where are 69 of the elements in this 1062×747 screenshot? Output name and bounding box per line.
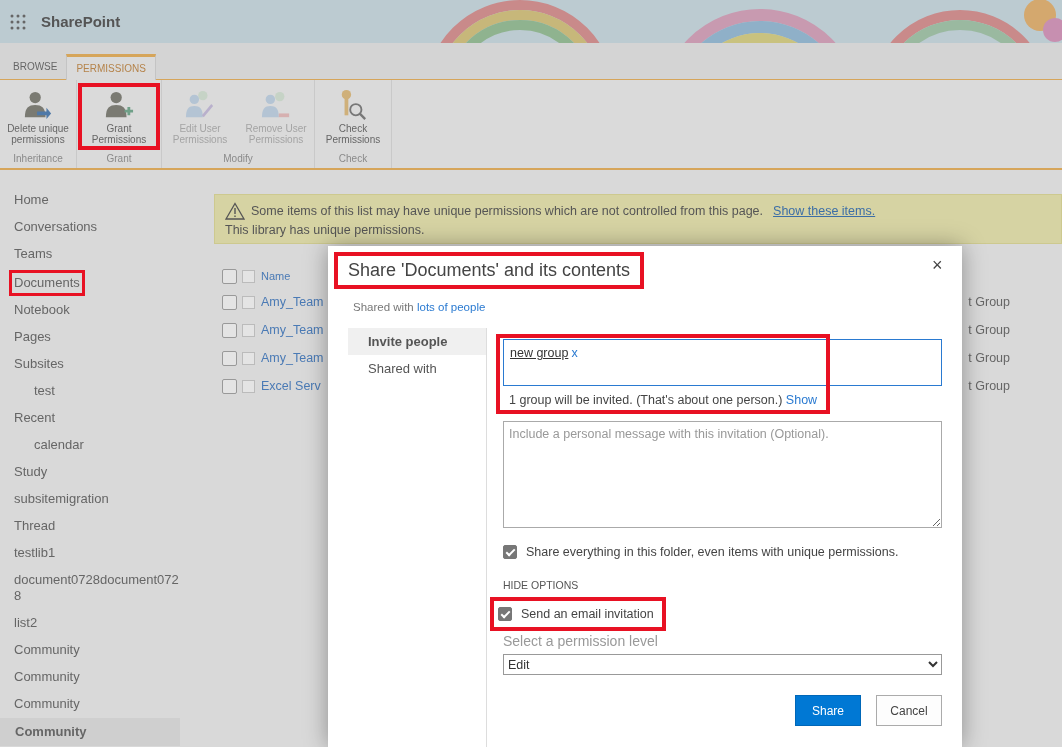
nav-link[interactable]: Community [0,718,180,746]
cancel-button[interactable]: Cancel [876,695,942,726]
checkbox[interactable] [242,379,255,393]
shared-with-text: Shared with lots of people [353,301,486,313]
dialog-nav-item[interactable]: Invite people [348,328,486,355]
people-link[interactable]: lots of people [416,301,486,313]
ribbon-button[interactable]: Grant Permissions [81,86,157,147]
ribbon-tab[interactable]: PERMISSIONS [66,54,156,80]
nav-link[interactable]: Recent [0,410,179,426]
nav-link[interactable]: list2 [0,615,179,631]
permission-dropdown[interactable]: Edit [503,654,942,675]
checkbox-label: Send an email invitation [521,607,654,621]
checkbox-label: Share everything in this folder, even items with unique permissions. [526,545,899,559]
checkbox[interactable] [222,350,237,366]
message-field[interactable]: Include a personal message with this invitation (Optional). [503,421,942,528]
nav-link[interactable]: Community [0,642,179,658]
table-cell: t Group [968,295,1010,309]
ribbon-group-label: Grant [105,153,133,166]
nav-link[interactable]: Conversations [0,219,179,235]
show-items-link[interactable]: Show these items. [773,204,876,218]
site-title[interactable]: SharePoint [41,13,121,30]
ribbon-group-label: Inheritance [12,153,64,166]
checkbox[interactable] [242,295,255,309]
checkbox[interactable] [503,545,517,559]
nav-link[interactable]: subsitemigration [0,491,179,507]
nav-link[interactable]: calendar [0,437,179,453]
nav-link[interactable]: Study [0,464,179,480]
ribbon-group-label: Check [337,153,369,166]
checkbox[interactable] [222,294,237,310]
warning-note: This library has unique permissions. [225,223,426,237]
recipient-name: new group [510,346,569,360]
nav-link[interactable]: document0728document0728 [0,572,179,604]
people-picker-field[interactable]: new group x [503,339,942,386]
nav-link[interactable]: Home [0,192,179,208]
options-toggle-link[interactable]: HIDE OPTIONS [503,579,942,591]
table-cell: t Group [968,379,1010,393]
ribbon-button[interactable]: Delete unique permissions [0,86,76,147]
nav-link[interactable]: Community [0,696,179,712]
share-button[interactable]: Share [795,695,861,726]
show-link[interactable]: Show [785,393,818,407]
app-launcher-icon[interactable] [9,12,27,31]
table-cell: t Group [968,351,1010,365]
nav-link[interactable]: test [0,383,179,399]
checkbox[interactable] [222,268,237,284]
nav-link[interactable]: Subsites [0,356,179,372]
nav-link[interactable]: Thread [0,518,179,534]
nav-link[interactable]: Pages [0,329,179,345]
ribbon-tab[interactable]: BROWSE [4,55,67,79]
checkbox[interactable] [222,322,237,338]
warning-icon [225,202,245,220]
remove-recipient-button[interactable]: x [568,346,578,360]
checkbox[interactable] [498,607,512,621]
nav-link[interactable]: Community [0,669,179,685]
nav-link[interactable]: Notebook [0,302,179,318]
nav-link[interactable]: testlib1 [0,545,179,561]
warning-message: Some items of this list may have unique permissions which are not controlled from this page. [251,204,764,218]
ribbon-button[interactable]: Check Permissions [315,86,391,147]
ribbon-group-label: Modify [222,153,254,166]
checkbox[interactable] [222,378,237,394]
checkbox[interactable] [242,351,255,365]
dialog-nav-item[interactable]: Shared with [348,355,486,382]
nav-link[interactable]: Teams [0,246,179,262]
nav-link[interactable]: Documents [9,270,85,296]
permission-label: Select a permission level [503,633,659,649]
close-button[interactable]: × [932,255,943,276]
checkbox[interactable] [242,323,255,337]
table-cell: t Group [968,323,1010,337]
invite-summary: 1 group will be invited. (That's about one person.) Show [508,392,818,409]
checkbox[interactable] [242,269,255,283]
